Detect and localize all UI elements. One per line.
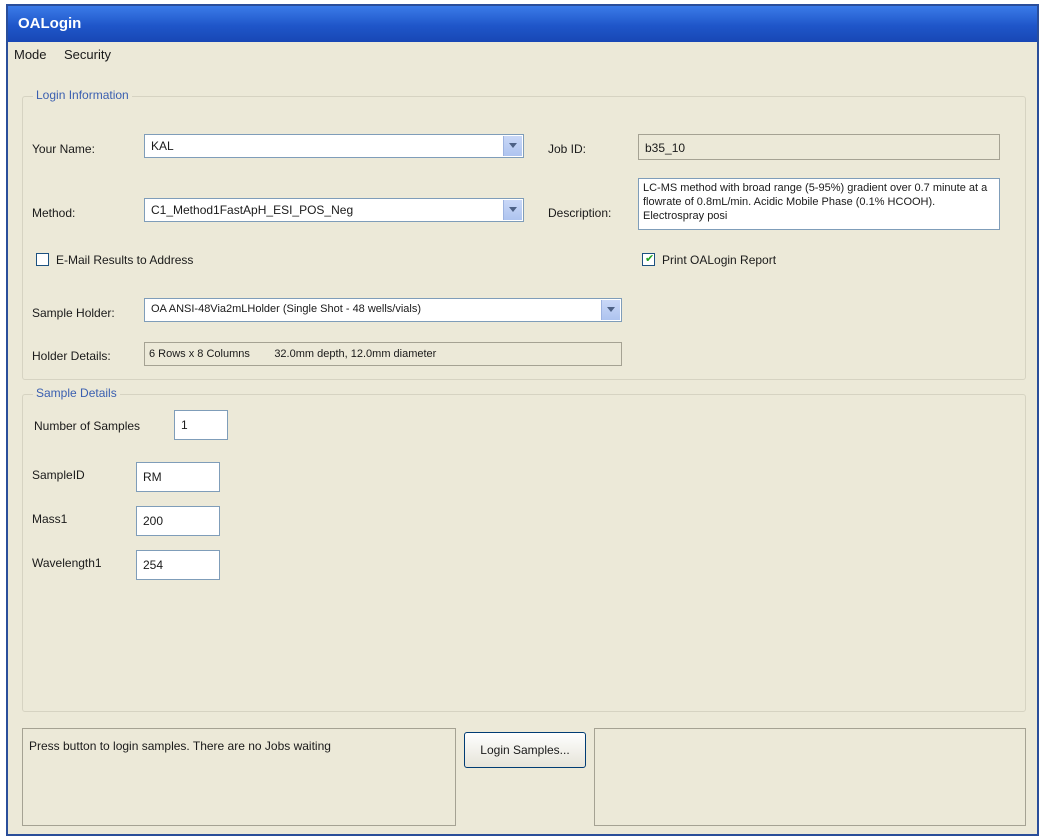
- sample-details-legend: Sample Details: [33, 386, 120, 400]
- sample-holder-combo[interactable]: OA ANSI-48Via2mLHolder (Single Shot - 48…: [144, 298, 622, 322]
- menu-security[interactable]: Security: [64, 47, 111, 62]
- chevron-down-icon[interactable]: [601, 300, 620, 320]
- print-report-label: Print OALogin Report: [662, 253, 777, 267]
- your-name-combo[interactable]: KAL: [144, 134, 524, 158]
- menu-bar: Mode Security: [8, 42, 1037, 66]
- holder-details-field: 6 Rows x 8 Columns 32.0mm depth, 12.0mm …: [144, 342, 622, 366]
- job-id-label: Job ID:: [548, 142, 587, 156]
- sampleid-label: SampleID: [32, 468, 85, 482]
- mass1-value: 200: [143, 514, 164, 528]
- number-of-samples-label: Number of Samples: [34, 419, 141, 433]
- description-text: LC-MS method with broad range (5-95%) gr…: [643, 182, 988, 222]
- wavelength1-value: 254: [143, 558, 164, 572]
- method-value: C1_Method1FastApH_ESI_POS_Neg: [151, 203, 354, 217]
- print-report-checkbox[interactable]: ✔: [642, 253, 655, 266]
- wavelength1-input[interactable]: 254: [136, 550, 220, 580]
- window-title: OALogin: [18, 15, 82, 32]
- chevron-down-icon[interactable]: [503, 200, 522, 220]
- chevron-down-icon[interactable]: [503, 136, 522, 156]
- job-id-value: b35_10: [645, 141, 686, 155]
- holder-details-label: Holder Details:: [32, 349, 111, 363]
- job-id-field: b35_10: [638, 134, 1000, 160]
- sample-holder-value: OA ANSI-48Via2mLHolder (Single Shot - 48…: [151, 303, 422, 315]
- number-of-samples-value: 1: [181, 418, 188, 432]
- mass1-input[interactable]: 200: [136, 506, 220, 536]
- mass1-label: Mass1: [32, 512, 68, 526]
- sampleid-value: RM: [143, 470, 162, 484]
- email-results-label: E-Mail Results to Address: [56, 253, 194, 267]
- wavelength1-label: Wavelength1: [32, 556, 102, 570]
- status-text: Press button to login samples. There are…: [29, 739, 331, 753]
- method-combo[interactable]: C1_Method1FastApH_ESI_POS_Neg: [144, 198, 524, 222]
- number-of-samples-input[interactable]: 1: [174, 410, 228, 440]
- your-name-value: KAL: [151, 139, 174, 153]
- holder-details-text: 6 Rows x 8 Columns 32.0mm depth, 12.0mm …: [149, 348, 437, 360]
- method-label: Method:: [32, 206, 76, 220]
- login-information-legend: Login Information: [33, 88, 132, 102]
- email-results-checkbox[interactable]: [36, 253, 49, 266]
- oalogin-window: OALogin Mode Security Login Information …: [6, 4, 1039, 836]
- title-bar[interactable]: OALogin: [8, 6, 1037, 42]
- sampleid-input[interactable]: RM: [136, 462, 220, 492]
- login-samples-button[interactable]: Login Samples...: [464, 732, 586, 768]
- sample-holder-label: Sample Holder:: [32, 306, 115, 320]
- menu-mode[interactable]: Mode: [14, 47, 47, 62]
- your-name-label: Your Name:: [32, 142, 95, 156]
- checkmark-icon: ✔: [645, 253, 655, 265]
- description-label: Description:: [548, 206, 612, 220]
- status-panel: Press button to login samples. There are…: [22, 728, 456, 826]
- description-field[interactable]: LC-MS method with broad range (5-95%) gr…: [638, 178, 1000, 230]
- output-panel: [594, 728, 1026, 826]
